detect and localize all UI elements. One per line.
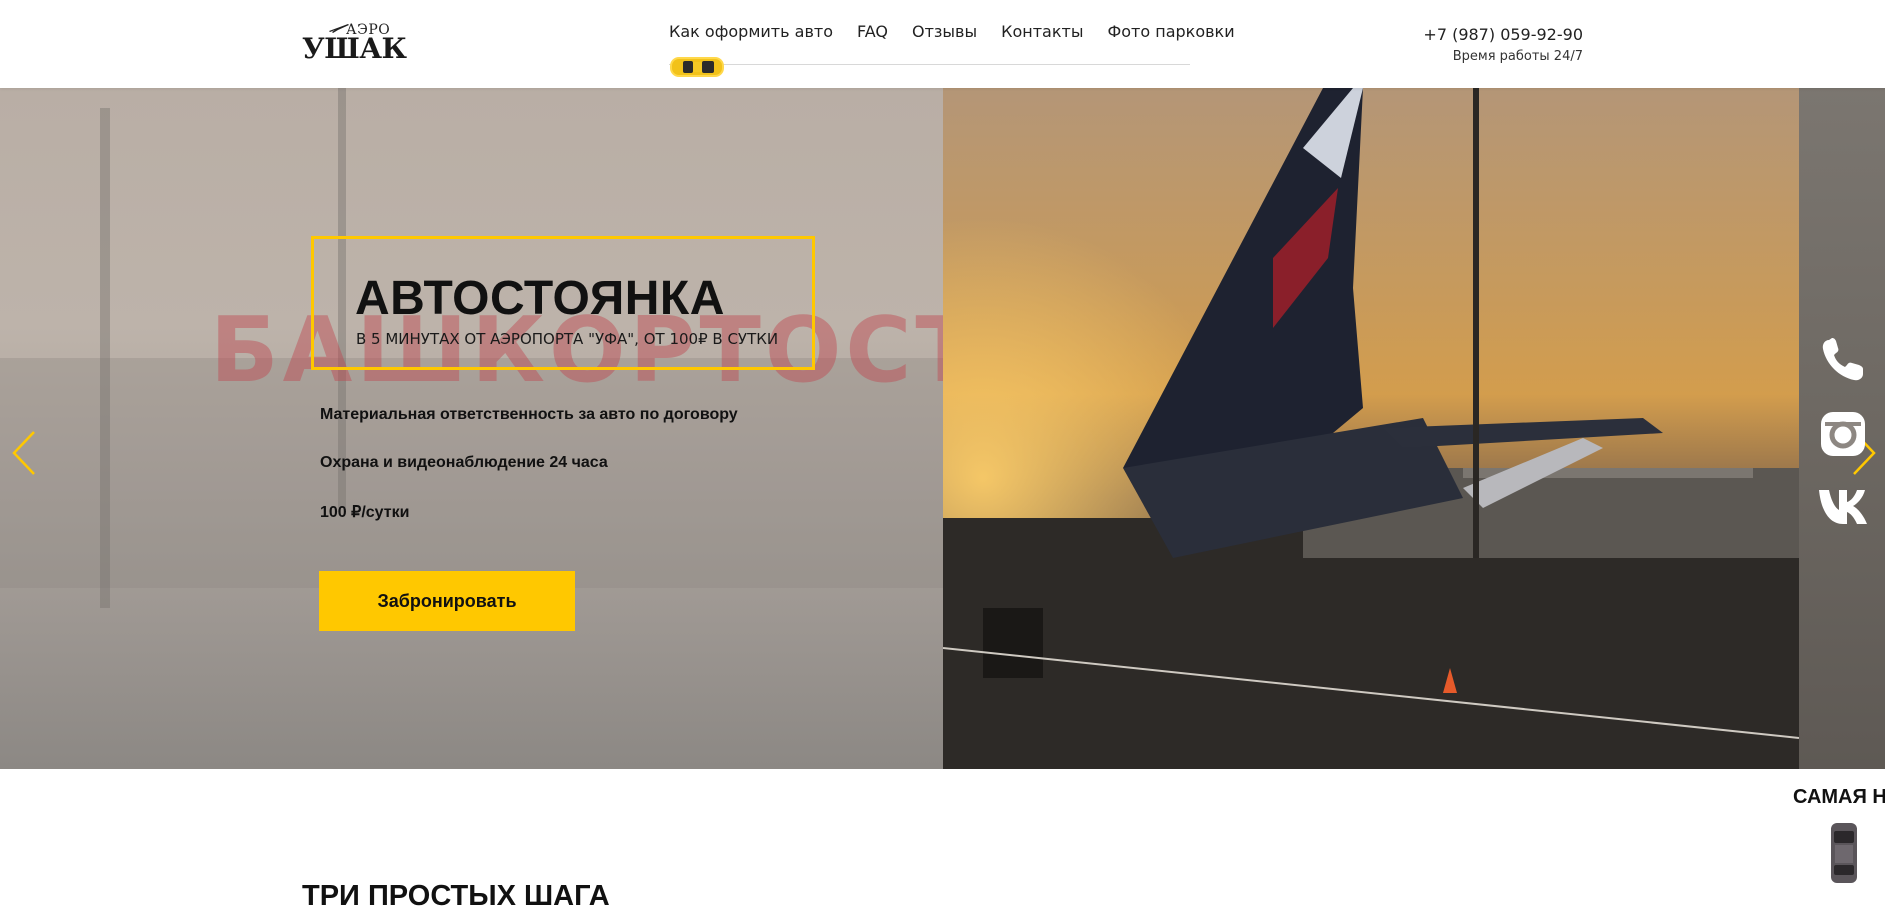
- nav-item-contacts[interactable]: Контакты: [1001, 22, 1083, 41]
- car-top-view-icon: [1831, 823, 1857, 883]
- contact-block: +7 (987) 059-92-90 Время работы 24/7: [1423, 25, 1583, 64]
- site-header: АЭРО УШАК Как оформить авто FAQ Отзывы К…: [0, 0, 1885, 88]
- section-title: ТРИ ПРОСТЫХ ШАГА: [302, 880, 610, 908]
- hero-subtitle: В 5 МИНУТАХ ОТ АЭРОПОРТА "УФА", ОТ 100₽ …: [356, 330, 779, 348]
- hero-slider: БАШКОРТОСТАН АВТОСТОЯНКА В 5 МИНУТАХ ОТ …: [0, 88, 1885, 769]
- promo-heading-partial: САМАЯ Н: [1793, 786, 1885, 808]
- logo[interactable]: АЭРО УШАК: [302, 20, 407, 65]
- light-pole: [100, 108, 110, 608]
- airplane-tail-illustration: [943, 88, 1799, 769]
- feature-item: 100 ₽/сутки: [320, 504, 410, 521]
- hero-left-background: БАШКОРТОСТАН: [0, 88, 1130, 769]
- nav-item-parking-photos[interactable]: Фото парковки: [1107, 22, 1234, 41]
- car-indicator-icon: [670, 57, 724, 77]
- vk-icon[interactable]: [1817, 480, 1869, 532]
- nav-underline-track: [669, 64, 1190, 65]
- chevron-left-icon[interactable]: [10, 428, 40, 478]
- feature-item: Охрана и видеонаблюдение 24 часа: [320, 454, 608, 471]
- book-button[interactable]: Забронировать: [319, 571, 575, 631]
- hero-title: АВТОСТОЯНКА: [355, 272, 725, 325]
- main-nav: Как оформить авто FAQ Отзывы Контакты Фо…: [669, 22, 1235, 41]
- phone-number[interactable]: +7 (987) 059-92-90: [1423, 25, 1583, 44]
- nav-item-faq[interactable]: FAQ: [857, 22, 888, 41]
- feature-item: Материальная ответственность за авто по …: [320, 406, 738, 423]
- nav-item-reviews[interactable]: Отзывы: [912, 22, 977, 41]
- hero-right-photo: [943, 88, 1799, 769]
- working-hours: Время работы 24/7: [1452, 49, 1583, 64]
- phone-icon[interactable]: [1817, 334, 1869, 386]
- logo-main-text: УШАК: [302, 32, 407, 65]
- nav-item-how-to[interactable]: Как оформить авто: [669, 22, 833, 41]
- instagram-icon[interactable]: [1817, 408, 1869, 460]
